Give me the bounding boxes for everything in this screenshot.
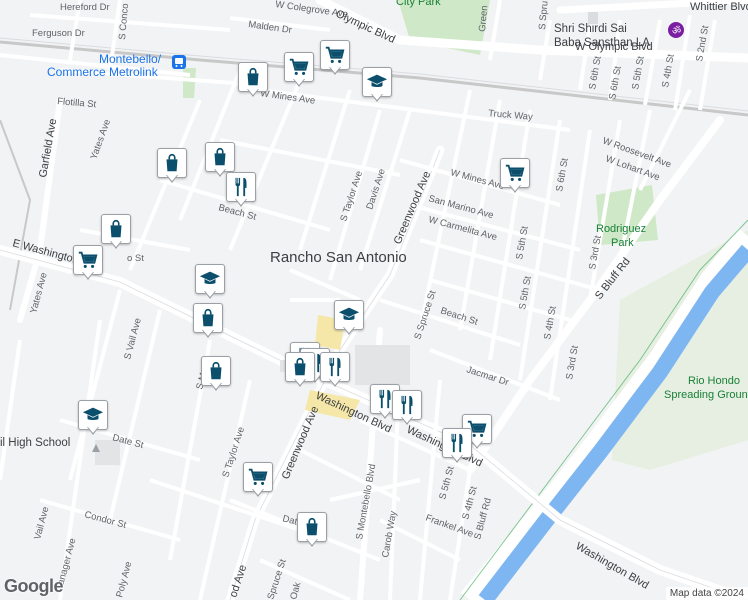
- graduation-cap-icon: [78, 400, 108, 430]
- map-marker[interactable]: [73, 245, 103, 285]
- shopping-bag-icon: [297, 512, 327, 542]
- map-marker[interactable]: [78, 400, 108, 440]
- map-marker[interactable]: [238, 62, 268, 102]
- shopping-bag-icon: [157, 148, 187, 178]
- map-marker[interactable]: [243, 462, 273, 502]
- map-marker[interactable]: [500, 158, 530, 198]
- shopping-bag-icon: [205, 142, 235, 172]
- graduation-cap-icon: [195, 264, 225, 294]
- map-marker[interactable]: [195, 264, 225, 304]
- shopping-bag-icon: [238, 62, 268, 92]
- map-marker[interactable]: [320, 352, 350, 392]
- svg-text:Rodriguez: Rodriguez: [596, 223, 646, 235]
- svg-text:Rancho San Antonio: Rancho San Antonio: [270, 249, 407, 266]
- map-marker[interactable]: [297, 512, 327, 552]
- svg-text:Spreading Grounds: Spreading Grounds: [664, 389, 748, 401]
- map-marker[interactable]: [157, 148, 187, 188]
- shopping-bag-icon: [193, 303, 223, 333]
- svg-text:Shri Shirdi Sai: Shri Shirdi Sai: [554, 23, 627, 35]
- google-logo: Google: [4, 576, 64, 596]
- svg-text:Montebello/: Montebello/: [99, 52, 162, 66]
- map-canvas[interactable]: Hereford Dr Ferguson Dr Malden Dr W Cole…: [0, 0, 748, 600]
- svg-text:Rio Hondo: Rio Hondo: [688, 375, 740, 387]
- svg-text:Hereford Dr: Hereford Dr: [60, 2, 110, 13]
- map-marker[interactable]: [362, 67, 392, 107]
- map-marker[interactable]: [334, 300, 364, 340]
- restaurant-icon: [226, 172, 256, 202]
- shopping-cart-icon: [284, 52, 314, 82]
- svg-text:Commerce Metrolink: Commerce Metrolink: [47, 65, 159, 79]
- svg-text:ॐ: ॐ: [672, 25, 681, 37]
- shopping-bag-icon: [101, 214, 131, 244]
- map-marker[interactable]: [320, 40, 350, 80]
- svg-text:Baba Sansthan LA: Baba Sansthan LA: [554, 37, 650, 49]
- map-marker[interactable]: [201, 356, 231, 396]
- shopping-cart-icon: [243, 462, 273, 492]
- svg-text:Green: Green: [477, 5, 490, 32]
- graduation-cap-icon: [362, 67, 392, 97]
- restaurant-icon: [392, 390, 422, 420]
- map-marker[interactable]: [101, 214, 131, 254]
- map-marker[interactable]: [284, 52, 314, 92]
- svg-text:Park: Park: [611, 237, 634, 249]
- map-marker[interactable]: [193, 303, 223, 343]
- map-marker[interactable]: [226, 172, 256, 212]
- shopping-cart-icon: [320, 40, 350, 70]
- map-attribution[interactable]: Map data ©2024: [665, 587, 748, 600]
- map-marker[interactable]: [442, 428, 472, 468]
- svg-text:Whittier Blvd: Whittier Blvd: [690, 1, 748, 13]
- svg-text:il High School: il High School: [0, 437, 70, 449]
- map-marker[interactable]: [285, 352, 315, 392]
- map-marker[interactable]: [392, 390, 422, 430]
- shopping-cart-icon: [500, 158, 530, 188]
- restaurant-icon: [442, 428, 472, 458]
- restaurant-icon: [320, 352, 350, 382]
- graduation-cap-icon: [334, 300, 364, 330]
- shopping-cart-icon: [73, 245, 103, 275]
- svg-text:o St: o St: [127, 253, 144, 264]
- svg-text:City Park: City Park: [396, 0, 441, 8]
- shopping-bag-icon: [285, 352, 315, 382]
- svg-text:Ferguson Dr: Ferguson Dr: [32, 28, 85, 39]
- shopping-bag-icon: [201, 356, 231, 386]
